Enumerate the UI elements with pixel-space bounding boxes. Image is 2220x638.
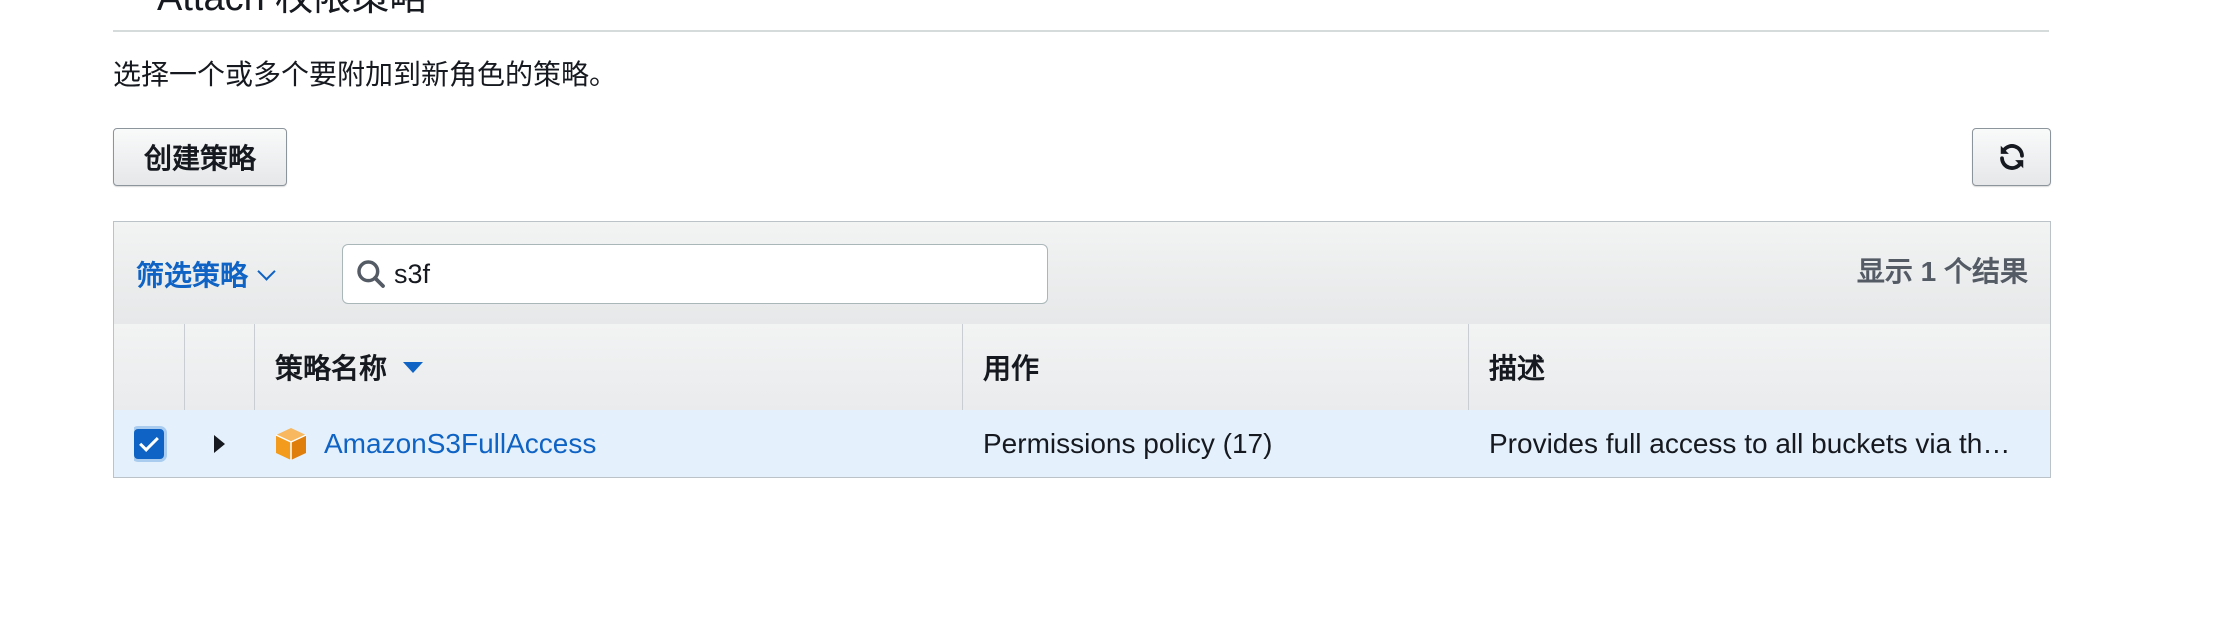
section-header: Attach 权限策略 xyxy=(113,0,2049,32)
column-header-policy-name[interactable]: 策略名称 xyxy=(255,324,963,410)
column-header-description-label: 描述 xyxy=(1489,353,1546,384)
table-row[interactable]: AmazonS3FullAccess Permissions policy (1… xyxy=(114,410,2050,477)
select-all-column-header xyxy=(114,324,185,410)
policy-name-cell: AmazonS3FullAccess xyxy=(274,410,954,477)
sort-descending-icon xyxy=(403,361,424,373)
create-policy-button[interactable]: 创建策略 xyxy=(113,128,287,186)
expand-row-icon[interactable] xyxy=(214,434,225,453)
refresh-icon xyxy=(1999,144,2024,170)
row-select-cell xyxy=(134,410,174,477)
table-header: 策略名称 用作 描述 xyxy=(114,324,2050,411)
row-checkbox[interactable] xyxy=(134,428,164,459)
column-header-description[interactable]: 描述 xyxy=(1469,324,2050,410)
section-title: Attach 权限策略 xyxy=(157,0,427,18)
section-description: 选择一个或多个要附加到新角色的策略。 xyxy=(113,59,618,90)
policy-search-box[interactable] xyxy=(342,244,1048,304)
column-header-used-as[interactable]: 用作 xyxy=(963,324,1469,410)
policy-name-link[interactable]: AmazonS3FullAccess xyxy=(324,428,596,460)
column-header-policy-name-label: 策略名称 xyxy=(275,353,388,384)
refresh-button[interactable] xyxy=(1972,128,2051,186)
column-header-used-as-label: 用作 xyxy=(983,353,1040,384)
policy-description: Provides full access to all buckets via … xyxy=(1489,427,2011,459)
filter-policies-label: 筛选策略 xyxy=(136,260,249,291)
result-count: 显示 1 个结果 xyxy=(1856,256,2028,287)
used-as-cell: Permissions policy (17) xyxy=(983,427,1273,459)
policy-table-panel: 筛选策略 显示 1 个结果 策略名称 用作 描述 xyxy=(113,221,2051,478)
expand-column-header xyxy=(185,324,255,410)
search-icon xyxy=(357,260,385,288)
filter-policies-dropdown[interactable]: 筛选策略 xyxy=(136,254,276,294)
table-toolbar: 筛选策略 显示 1 个结果 xyxy=(114,222,2050,325)
chevron-down-icon xyxy=(257,261,276,281)
search-input[interactable] xyxy=(394,254,1024,294)
description-cell: Provides full access to all buckets via … xyxy=(1489,410,2037,477)
aws-managed-policy-cube-icon xyxy=(275,427,307,460)
row-expand-cell xyxy=(214,410,244,477)
